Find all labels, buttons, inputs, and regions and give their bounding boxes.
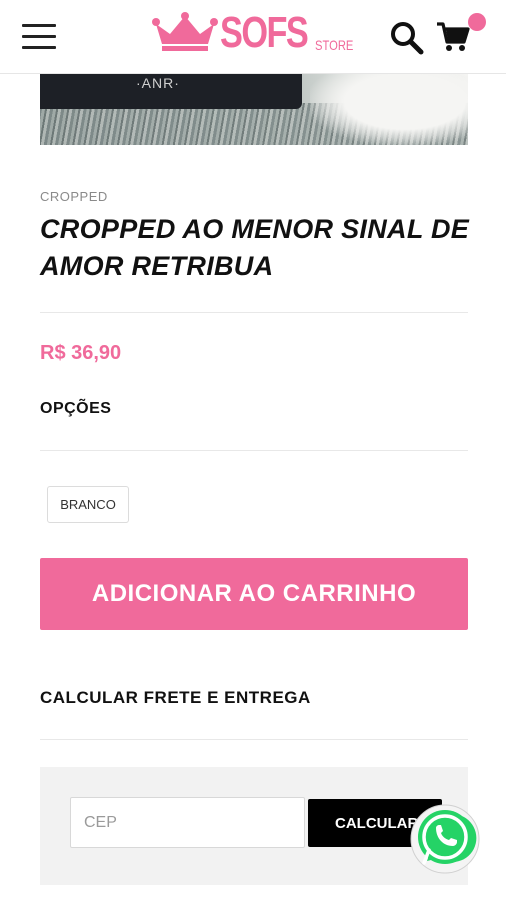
product-image[interactable]: ·ANR·: [40, 73, 468, 145]
image-print-text: ·ANR·: [136, 75, 180, 91]
cart-count-badge: [468, 13, 486, 31]
image-highlight: [310, 73, 468, 145]
product-price: R$ 36,90: [40, 342, 122, 364]
shopping-cart-icon[interactable]: [436, 20, 470, 54]
search-icon[interactable]: [389, 20, 425, 56]
options-heading: OPÇÕES: [40, 400, 112, 417]
option-branco[interactable]: BRANCO: [47, 486, 129, 523]
brand-subtitle: STORE: [315, 37, 354, 53]
shipping-heading: CALCULAR FRETE E ENTREGA: [40, 688, 311, 707]
cep-input[interactable]: [70, 797, 305, 848]
divider: [40, 739, 468, 740]
divider: [40, 312, 468, 313]
add-to-cart-button[interactable]: ADICIONAR AO CARRINHO: [40, 558, 468, 630]
product-title: CROPPED AO MENOR SINAL DE AMOR RETRIBUA: [40, 214, 470, 281]
brand-name: SOFS: [220, 8, 309, 57]
divider: [40, 450, 468, 451]
hamburger-menu-icon[interactable]: [22, 24, 56, 50]
product-category[interactable]: CROPPED: [40, 189, 108, 204]
whatsapp-icon[interactable]: [409, 803, 481, 875]
store-logo[interactable]: SOFS STORE: [152, 8, 357, 62]
site-header: SOFS STORE: [0, 0, 506, 74]
crown-icon: [152, 12, 218, 51]
